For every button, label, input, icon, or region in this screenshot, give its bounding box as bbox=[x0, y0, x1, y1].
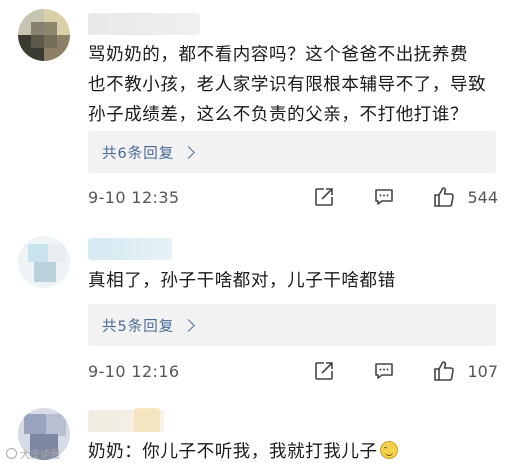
username-blurred[interactable] bbox=[88, 13, 200, 35]
comment-icon[interactable] bbox=[369, 356, 399, 386]
view-replies-button[interactable]: 共6条回复 bbox=[88, 131, 496, 173]
comment-meta: 9-10 12:35 544 bbox=[88, 182, 498, 212]
comment-text: 奶奶：你儿子不听我，我就打我儿子 bbox=[88, 437, 398, 463]
comment-line: 骂奶奶的，都不看内容吗？这个爸爸不出抚养费 bbox=[88, 45, 469, 65]
comment-line: 奶奶：你儿子不听我，我就打我儿子 bbox=[88, 442, 378, 462]
action-bar: 544 bbox=[309, 182, 498, 212]
action-bar: 107 bbox=[309, 356, 498, 386]
like-count: 107 bbox=[467, 361, 498, 381]
username-blurred[interactable] bbox=[88, 238, 172, 260]
view-replies-button[interactable]: 共5条回复 bbox=[88, 304, 496, 346]
timestamp: 9-10 12:16 bbox=[88, 361, 180, 381]
comment-text: 真相了，孙子干啥都对，儿子干啥都错 bbox=[88, 266, 396, 296]
thumbs-up-icon[interactable] bbox=[429, 356, 459, 386]
like-count: 544 bbox=[467, 187, 498, 207]
comment-line: 真相了，孙子干啥都对，儿子干啥都错 bbox=[88, 271, 396, 291]
comment-meta: 9-10 12:16 107 bbox=[88, 356, 498, 386]
comment-text: 骂奶奶的，都不看内容吗？这个爸爸不出抚养费 也不教小孩，老人家学识有限根本辅导不… bbox=[88, 40, 486, 130]
chevron-right-icon bbox=[182, 145, 196, 159]
watermark: 大皮读圈 bbox=[6, 446, 60, 461]
comment-line: 孙子成绩差，这么不负责的父亲，不打他打谁？ bbox=[88, 105, 469, 125]
share-icon[interactable] bbox=[309, 182, 339, 212]
like-button[interactable]: 544 bbox=[429, 182, 498, 212]
thumbs-up-icon[interactable] bbox=[429, 182, 459, 212]
replies-label: 共5条回复 bbox=[102, 318, 175, 335]
like-button[interactable]: 107 bbox=[429, 356, 498, 386]
replies-label: 共6条回复 bbox=[102, 145, 175, 162]
chevron-right-icon bbox=[182, 318, 196, 332]
smile-emoji-icon bbox=[379, 441, 398, 459]
watermark-logo-icon bbox=[6, 448, 17, 459]
watermark-text: 大皮读圈 bbox=[20, 450, 60, 461]
user-badge-blurred bbox=[134, 408, 160, 432]
avatar[interactable] bbox=[18, 9, 70, 61]
timestamp: 9-10 12:35 bbox=[88, 187, 180, 207]
share-icon[interactable] bbox=[309, 356, 339, 386]
comment-icon[interactable] bbox=[369, 182, 399, 212]
comment-line: 也不教小孩，老人家学识有限根本辅导不了，导致 bbox=[88, 75, 487, 95]
avatar[interactable] bbox=[18, 236, 70, 288]
